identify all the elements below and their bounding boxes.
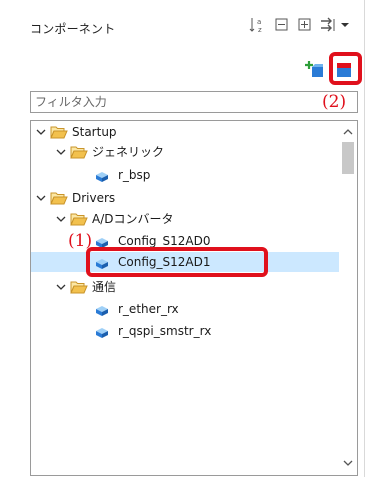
tree-node-startup[interactable]: Startup <box>36 122 336 142</box>
expand-all-icon[interactable] <box>296 16 314 34</box>
tree-node-label: Startup <box>72 125 117 139</box>
tree-node-label: Drivers <box>72 191 116 205</box>
tree-node-communication[interactable]: 通信 <box>56 277 336 297</box>
svg-text:z: z <box>258 26 262 34</box>
scroll-down-icon[interactable] <box>343 458 353 468</box>
chevron-down-icon[interactable] <box>36 127 46 137</box>
tree-node-r-bsp[interactable]: r_bsp <box>94 165 294 185</box>
component-icon <box>96 172 108 182</box>
folder-open-icon <box>70 213 88 226</box>
tree-scrollbar[interactable] <box>339 121 357 475</box>
tree-node-ad-converter[interactable]: A/Dコンバータ <box>56 209 336 229</box>
tree-node-label: r_qspi_smstr_rx <box>118 324 212 338</box>
tree-node-label: A/Dコンバータ <box>92 212 174 226</box>
filter-field[interactable] <box>30 91 358 113</box>
folder-open-icon <box>70 146 88 159</box>
svg-text:a: a <box>257 18 261 26</box>
collapse-all-icon[interactable] <box>273 16 291 34</box>
component-icon <box>96 306 108 316</box>
chevron-down-icon[interactable] <box>56 214 66 224</box>
remove-button-highlight <box>329 52 362 85</box>
components-panel: コンポーネント a z フィルタ入力 (2) Startup ジェネリック r_… <box>0 0 366 477</box>
tree-node-label: r_ether_rx <box>118 302 179 316</box>
tree-node-generic[interactable]: ジェネリック <box>56 142 336 162</box>
tree-node-drivers[interactable]: Drivers <box>36 188 336 208</box>
tree-node-r-ether-rx[interactable]: r_ether_rx <box>94 299 294 319</box>
component-icon <box>96 328 108 338</box>
tree-node-label: ジェネリック <box>92 145 165 159</box>
scrollbar-thumb[interactable] <box>342 142 354 174</box>
filter-input[interactable] <box>31 92 357 112</box>
chevron-down-icon[interactable] <box>56 147 66 157</box>
add-component-icon[interactable] <box>305 60 325 80</box>
panel-border <box>364 0 365 477</box>
annotation-2: (2) <box>322 92 347 112</box>
tree-node-r-qspi-smstr-rx[interactable]: r_qspi_smstr_rx <box>94 321 314 341</box>
scroll-up-icon[interactable] <box>343 127 353 137</box>
folder-open-icon <box>70 281 88 294</box>
link-menu-icon[interactable] <box>319 16 337 34</box>
dropdown-arrow-icon[interactable] <box>339 16 351 34</box>
panel-header: コンポーネント a z <box>0 0 364 40</box>
tree-node-label: 通信 <box>92 280 117 294</box>
sort-az-icon[interactable]: a z <box>249 16 267 34</box>
folder-open-icon <box>50 192 68 205</box>
tree-node-label: r_bsp <box>118 168 151 182</box>
folder-open-icon <box>50 126 68 139</box>
config-s12ad1-highlight <box>86 247 268 277</box>
chevron-down-icon[interactable] <box>56 282 66 292</box>
panel-title: コンポーネント <box>30 22 116 36</box>
chevron-down-icon[interactable] <box>36 193 46 203</box>
